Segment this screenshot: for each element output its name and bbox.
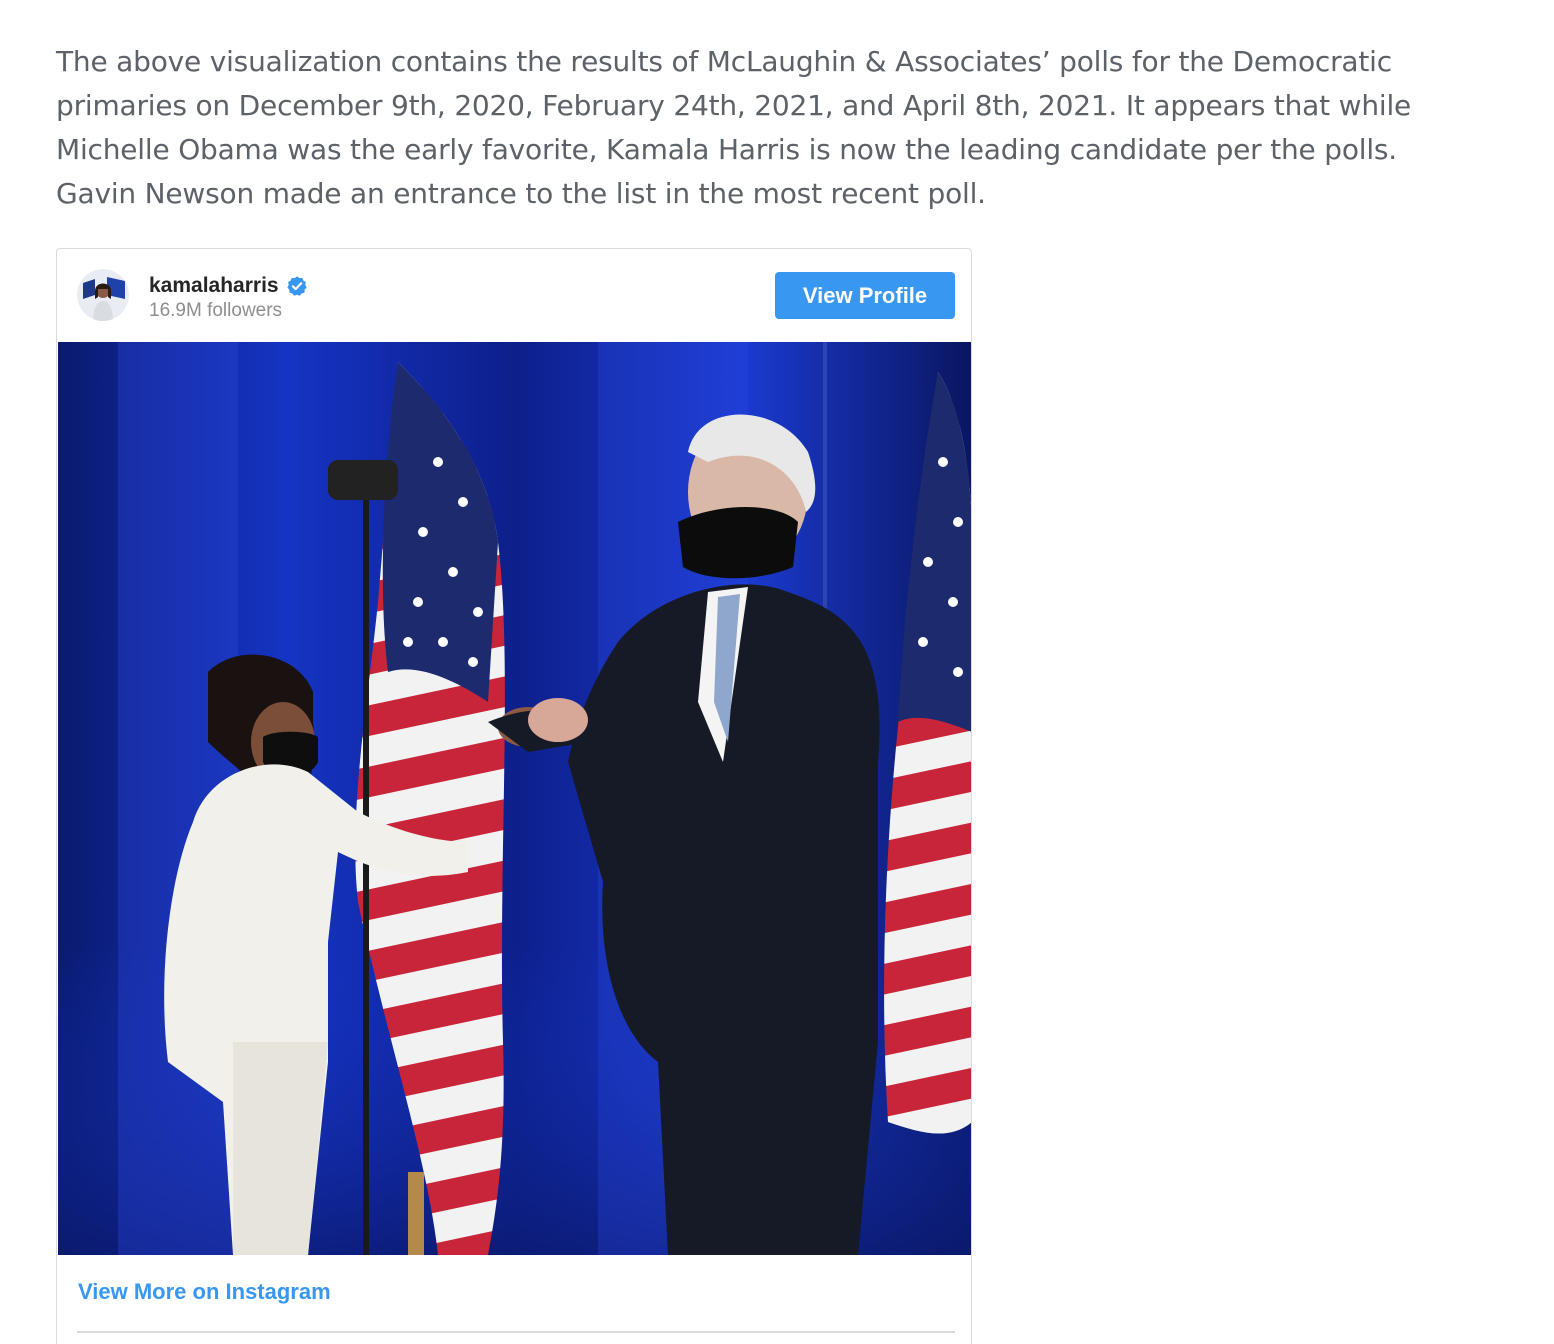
instagram-embed-header: kamalaharris 16.9M followers View Profil… [57, 249, 971, 342]
follower-count: 16.9M followers [149, 300, 283, 321]
article-paragraph: The above visualization contains the res… [56, 45, 1412, 210]
view-more-on-instagram-link[interactable]: View More on Instagram [78, 1279, 331, 1305]
profile-avatar[interactable] [77, 269, 129, 321]
avatar-icon [77, 269, 129, 321]
instagram-embed: kamalaharris 16.9M followers View Profil… [56, 248, 972, 1344]
footer-divider [77, 1331, 955, 1333]
view-profile-button[interactable]: View Profile [775, 272, 955, 319]
username-row: kamalaharris [149, 273, 308, 299]
profile-username[interactable]: kamalaharris [149, 274, 279, 298]
verified-badge-icon [286, 276, 307, 296]
photo-icon [58, 342, 971, 1255]
